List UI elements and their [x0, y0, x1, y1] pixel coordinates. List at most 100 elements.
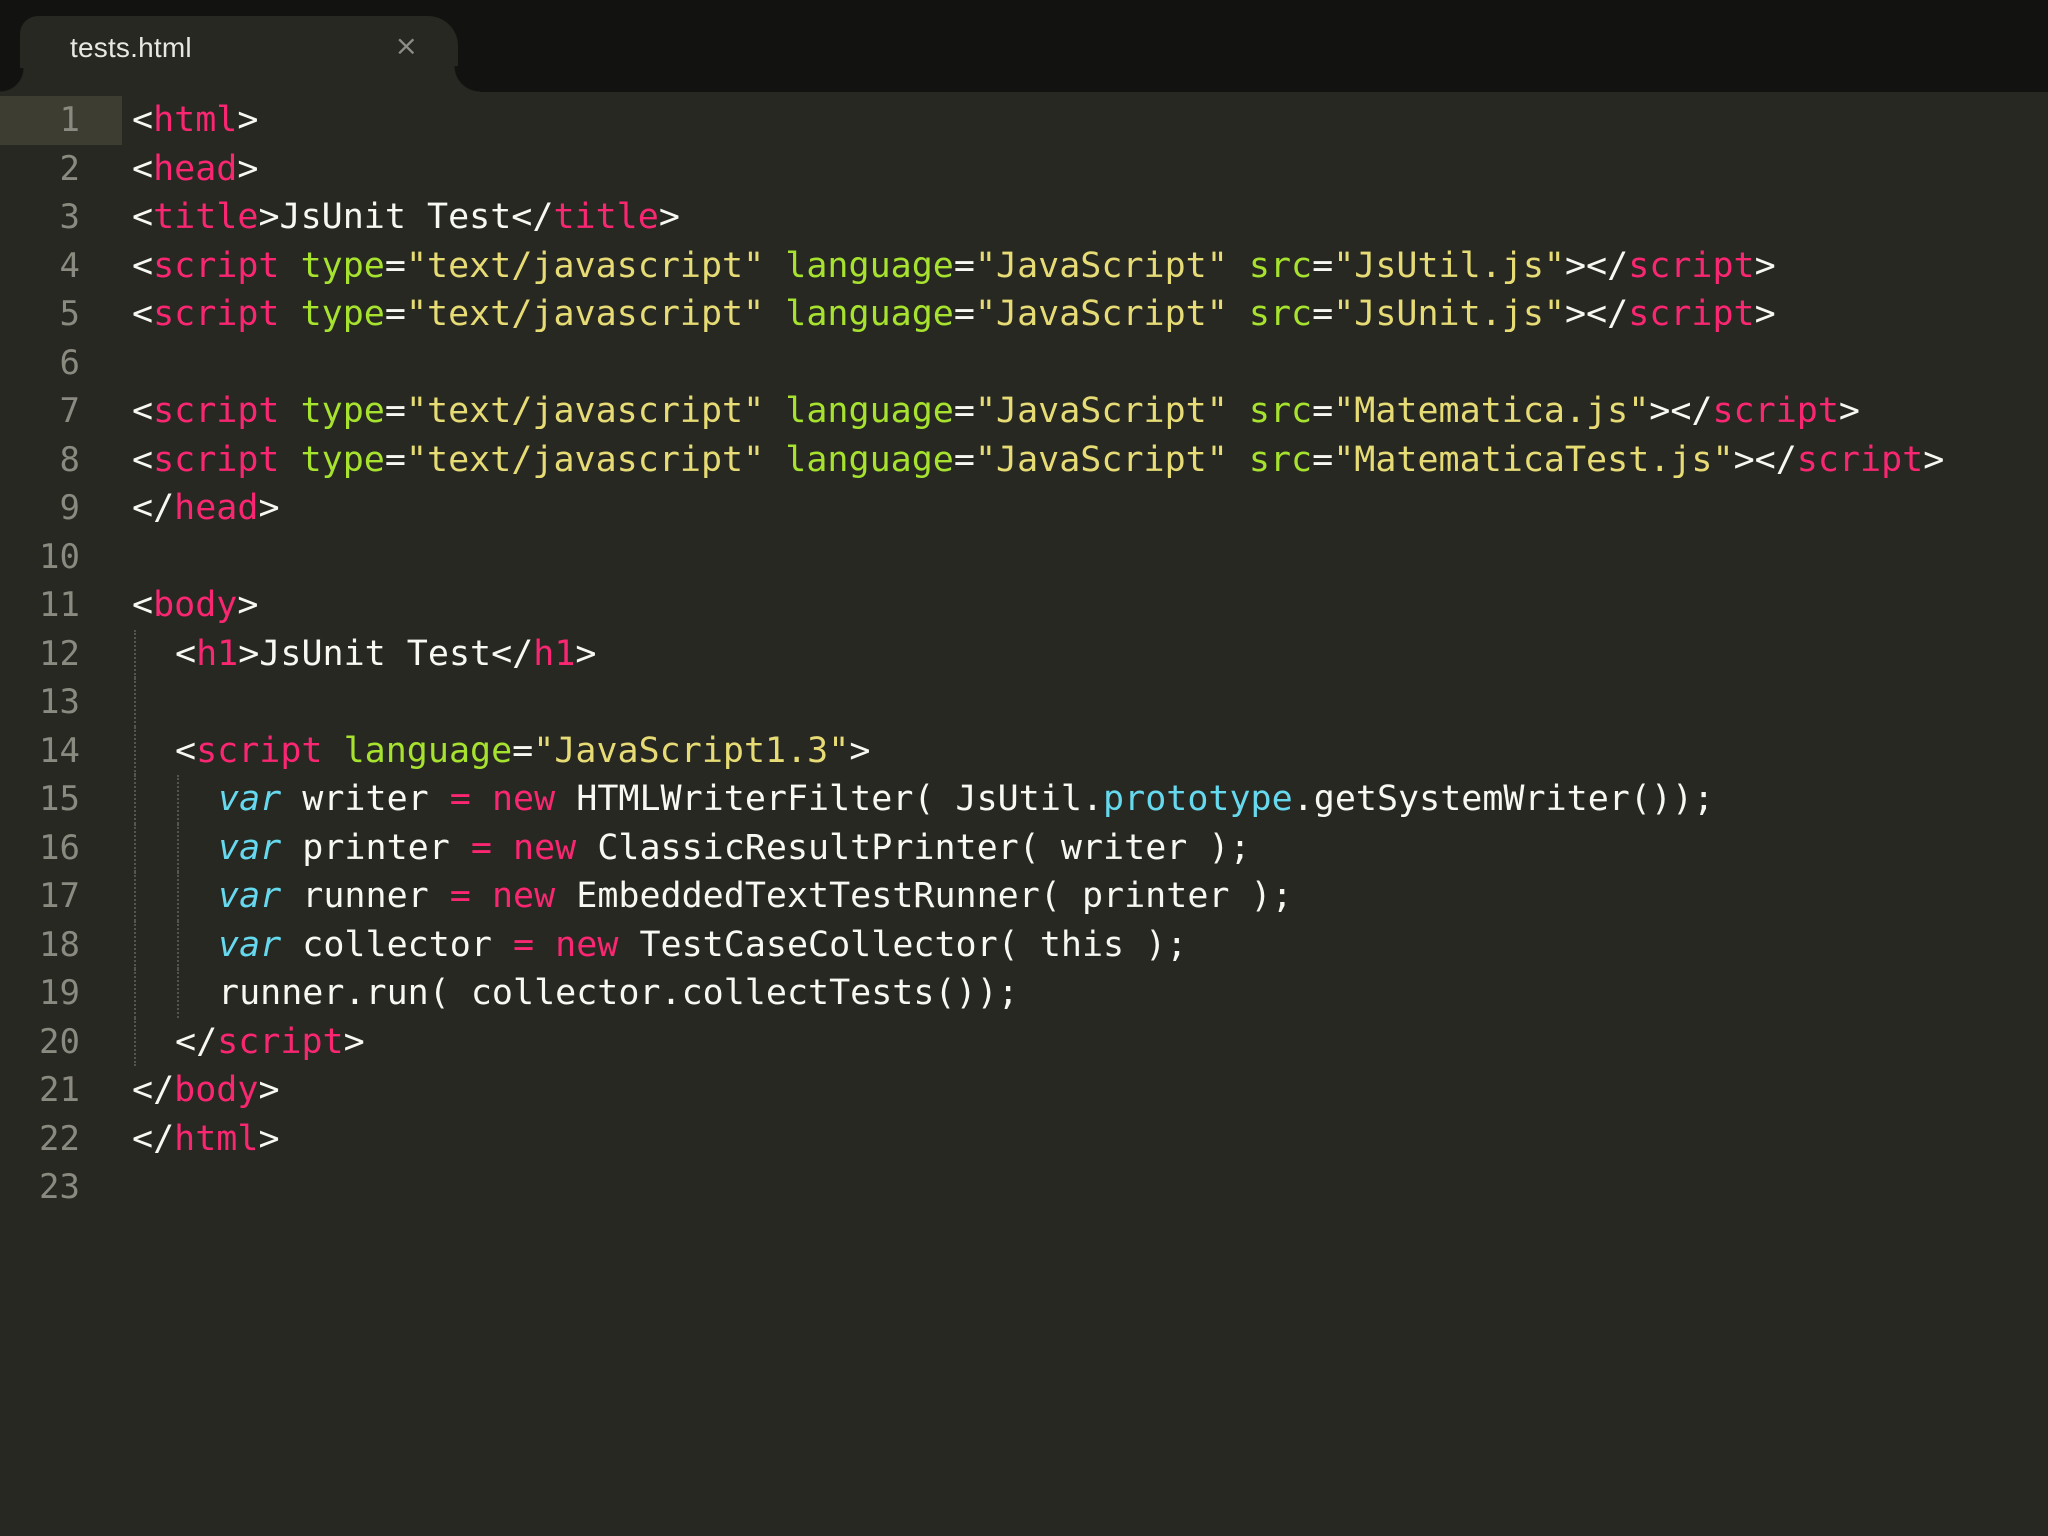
code-text[interactable]: <script type="text/javascript" language=… [132, 290, 1776, 339]
code-line[interactable]: 5 <script type="text/javascript" language… [0, 290, 2048, 339]
close-icon[interactable]: × [395, 29, 418, 62]
code-line[interactable]: 23 [0, 1163, 2048, 1212]
code-line[interactable]: 20 </script> [0, 1017, 2048, 1067]
code-text: = [384, 294, 406, 334]
attribute-name: type [300, 439, 385, 480]
code-text[interactable]: <h1>JsUnit Test</h1> [175, 630, 596, 679]
indent-guide [134, 920, 136, 969]
code-text: < [132, 439, 154, 480]
code-text: = [1312, 245, 1334, 286]
code-text[interactable]: <script type="text/javascript" language=… [132, 436, 1944, 485]
code-line[interactable]: 16 var printer = new ClassicResultPrinter… [0, 823, 2048, 873]
string-literal: "JsUnit.js" [1333, 294, 1565, 334]
code-text[interactable]: var collector = new TestCaseCollector( t… [218, 921, 1187, 970]
tag-name: head [153, 148, 238, 189]
operator: = [449, 779, 471, 819]
code-text[interactable]: <title>JsUnit Test</title> [132, 193, 680, 242]
code-text: < [175, 633, 197, 674]
tag-name: script [1796, 439, 1924, 480]
code-line[interactable]: 18 var collector = new TestCaseCollector(… [0, 920, 2048, 970]
editor-window: tests.html × 1 <html> 2 <head> 3 <title>JsUni… [0, 0, 2048, 1536]
code-line[interactable]: 10 [0, 533, 2048, 582]
code-text: > [343, 1021, 365, 1062]
tag-name: script [217, 1021, 344, 1062]
line-number: 17 [39, 876, 80, 916]
code-line[interactable]: 7 <script type="text/javascript" language… [0, 387, 2048, 436]
code-text: printer [281, 827, 471, 868]
code-text[interactable]: var printer = new ClassicResultPrinter( … [218, 824, 1251, 873]
code-line[interactable]: 9 </head> [0, 484, 2048, 533]
tab-title[interactable]: tests.html [70, 32, 192, 64]
code-line[interactable]: 21 </body> [0, 1066, 2048, 1115]
attribute-name: src [1248, 439, 1313, 480]
line-number: 5 [59, 294, 80, 334]
line-number: 15 [39, 779, 80, 819]
string-literal: "Matematica.js" [1333, 391, 1650, 431]
code-text: < [132, 197, 154, 237]
code-line[interactable]: 17 var runner = new EmbeddedTextTestRunne… [0, 872, 2048, 921]
code-text[interactable]: var writer = new HTMLWriterFilter( JsUti… [218, 775, 1714, 824]
code-line[interactable]: 2 <head> [0, 145, 2048, 194]
code-text[interactable]: <script language="JavaScript1.3"> [175, 727, 870, 776]
string-literal: "MatematicaTest.js" [1333, 439, 1734, 480]
code-text: HTMLWriterFilter( JsUtil. [555, 779, 1104, 819]
code-line[interactable]: 1 <html> [0, 96, 2048, 145]
code-text: < [175, 730, 197, 771]
tab-tests-html[interactable]: tests.html × [0, 16, 480, 92]
code-text: < [132, 245, 154, 286]
line-number: 20 [39, 1021, 80, 1062]
code-line[interactable]: 3 <title>JsUnit Test</title> [0, 193, 2048, 242]
code-text: > [1754, 294, 1776, 334]
code-line[interactable]: 15 var writer = new HTMLWriterFilter( JsU… [0, 775, 2048, 824]
tag-name: script [196, 730, 323, 771]
code-line[interactable]: 8 <script type="text/javascript" language… [0, 436, 2048, 485]
code-text[interactable]: </head> [132, 484, 280, 533]
code-line[interactable]: 22 </html> [0, 1115, 2048, 1164]
code-text[interactable]: runner.run( collector.collectTests()); [218, 969, 1019, 1018]
code-text[interactable]: </script> [175, 1018, 365, 1067]
attribute-name: type [300, 245, 385, 286]
code-editor[interactable]: 1 <html> 2 <head> 3 <title>JsUnit Test</title… [0, 92, 2048, 1536]
operator: = [449, 876, 471, 916]
code-line[interactable]: 14 <script language="JavaScript1.3"> [0, 726, 2048, 776]
line-number: 23 [39, 1167, 80, 1207]
attribute-name: language [785, 294, 954, 334]
code-text: </ [132, 1118, 175, 1159]
code-text[interactable]: <head> [132, 145, 258, 194]
line-number: 14 [39, 730, 80, 771]
code-text: </ [132, 488, 175, 528]
code-text: = [953, 294, 975, 334]
attribute-name: language [785, 391, 954, 431]
code-text[interactable]: </body> [132, 1066, 280, 1115]
code-line[interactable]: 6 [0, 339, 2048, 388]
code-text: < [132, 391, 154, 431]
line-number: 19 [39, 973, 80, 1013]
code-text: < [132, 585, 154, 625]
attribute-name: language [785, 439, 954, 480]
keyword: var [218, 876, 282, 916]
code-line[interactable]: 4 <script type="text/javascript" language… [0, 242, 2048, 291]
code-text: = [953, 439, 975, 480]
code-text[interactable]: <script type="text/javascript" language=… [132, 242, 1776, 291]
code-line[interactable]: 11 <body> [0, 581, 2048, 630]
line-number: 2 [59, 148, 80, 189]
indent-guide [134, 775, 136, 824]
code-text: > [1923, 439, 1945, 480]
code-text[interactable]: var runner = new EmbeddedTextTestRunner(… [218, 872, 1293, 921]
code-text: = [512, 730, 534, 771]
code-text[interactable]: </html> [132, 1115, 280, 1164]
string-literal: "text/javascript" [405, 245, 765, 286]
code-line[interactable]: 19 runner.run( collector.collectTests()); [0, 969, 2048, 1018]
code-text[interactable]: <script type="text/javascript" language=… [132, 387, 1860, 436]
code-text[interactable]: <html> [132, 96, 258, 145]
code-text[interactable]: <body> [132, 581, 258, 630]
tag-name: script [153, 294, 280, 334]
code-line[interactable]: 12 <h1>JsUnit Test</h1> [0, 629, 2048, 679]
indent-guide [134, 629, 136, 678]
tag-name: html [174, 1118, 259, 1159]
code-text: = [384, 245, 406, 286]
code-line[interactable]: 13 [0, 678, 2048, 727]
